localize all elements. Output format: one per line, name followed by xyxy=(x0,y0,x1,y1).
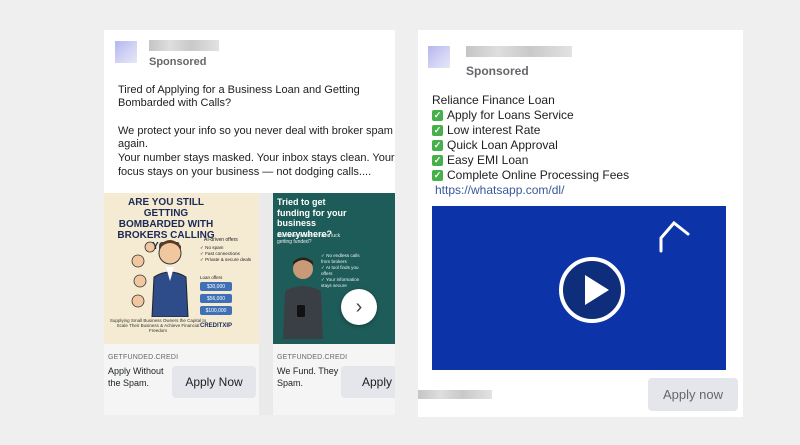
ad-body-line: again. xyxy=(118,138,148,150)
check-icon: ✓ xyxy=(432,140,443,151)
ad-body-line: Bombarded with Calls? xyxy=(118,97,232,109)
apply-now-button[interactable]: Apply now xyxy=(648,378,738,411)
image-feature-list: ✓ No spam ✓ Fast connections ✓ Private &… xyxy=(200,245,252,262)
ad-carousel[interactable]: ARE YOU STILL GETTING BOMBARDED WITH BRO… xyxy=(104,193,395,415)
brand-logo: CREDITXIP xyxy=(200,323,233,329)
image-subtext: But never seem to have luck getting fund… xyxy=(277,233,341,245)
domain-blurred xyxy=(418,390,492,399)
ad-domain: GETFUNDED.CREDI xyxy=(277,354,348,361)
image-footer: Supplying Small Business Owners the Capi… xyxy=(109,318,207,333)
check-icon: ✓ xyxy=(432,155,443,166)
check-icon: ✓ xyxy=(432,170,443,181)
apply-now-button[interactable]: Apply N xyxy=(341,366,395,398)
sponsored-label: Sponsored xyxy=(149,56,207,68)
price-badge: $30,000 xyxy=(200,282,232,291)
ad-body-line: focus stays on your business — not dodgi… xyxy=(118,166,372,178)
feature-item: ✓ Apply for Loans Service xyxy=(432,108,574,122)
play-button[interactable] xyxy=(559,257,625,323)
carousel-card-title: We Fund. They Spam. xyxy=(277,366,339,388)
ad-card-right: Sponsored Reliance Finance Loan ✓ Apply f… xyxy=(418,30,743,417)
chevron-right-icon: › xyxy=(355,295,363,318)
price-badge: $56,000 xyxy=(200,294,232,303)
ad-body-line: Tired of Applying for a Business Loan an… xyxy=(118,84,360,96)
businessman-illustration xyxy=(131,240,189,317)
play-icon xyxy=(585,275,609,305)
sponsored-label: Sponsored xyxy=(466,64,529,78)
feature-item: ✓ Easy EMI Loan xyxy=(432,153,529,167)
image-feature-list: ✓ No endless calls from brokers ✓ AI too… xyxy=(321,253,360,288)
carousel-card-title: Apply Without the Spam. xyxy=(108,366,164,388)
price-badge: $100,000 xyxy=(200,306,232,315)
whatsapp-link[interactable]: https://whatsapp.com/dl/ xyxy=(435,183,629,198)
advertiser-avatar[interactable] xyxy=(115,41,137,63)
carousel-card-footer: GETFUNDED.CREDI Apply Without the Spam. … xyxy=(104,344,259,415)
feature-item: ✓ Quick Loan Approval xyxy=(432,138,558,152)
ad-title: Reliance Finance Loan xyxy=(432,93,555,107)
ad-video[interactable] xyxy=(432,206,726,370)
carousel-card[interactable]: ARE YOU STILL GETTING BOMBARDED WITH BRO… xyxy=(104,193,259,415)
ad-body-line: Your number stays masked. Your inbox sta… xyxy=(118,152,395,164)
apply-now-button[interactable]: Apply Now xyxy=(172,366,256,398)
advertiser-name-blurred[interactable] xyxy=(149,40,219,51)
image-subtext: AI-driven offers xyxy=(204,237,238,243)
feature-list: ✓ Apply for Loans Service ✓ Low interest R… xyxy=(432,108,629,198)
ad-domain: GETFUNDED.CREDI xyxy=(108,354,179,361)
advertiser-name-blurred[interactable] xyxy=(466,46,572,57)
loan-offer-prices: Loan offers $30,000 $56,000 $100,000 xyxy=(200,275,232,315)
house-outline-icon xyxy=(659,220,690,253)
ad-card-left: Sponsored Tired of Applying for a Busine… xyxy=(104,30,395,415)
feature-item: ✓ Low interest Rate xyxy=(432,123,541,137)
advertiser-avatar[interactable] xyxy=(428,46,450,68)
carousel-card-footer: GETFUNDED.CREDI We Fund. They Spam. Appl… xyxy=(273,344,395,415)
carousel-image[interactable]: Tried to get funding for your business e… xyxy=(273,193,395,344)
feature-item: ✓ Complete Online Processing Fees xyxy=(432,168,630,182)
check-icon: ✓ xyxy=(432,110,443,121)
carousel-image[interactable]: ARE YOU STILL GETTING BOMBARDED WITH BRO… xyxy=(104,193,259,344)
check-icon: ✓ xyxy=(432,125,443,136)
carousel-next-button[interactable]: › xyxy=(341,289,377,325)
ad-footer: Apply now xyxy=(418,370,743,417)
man-on-phone-illustration xyxy=(283,257,323,339)
ad-body-line: We protect your info so you never deal w… xyxy=(118,125,393,137)
